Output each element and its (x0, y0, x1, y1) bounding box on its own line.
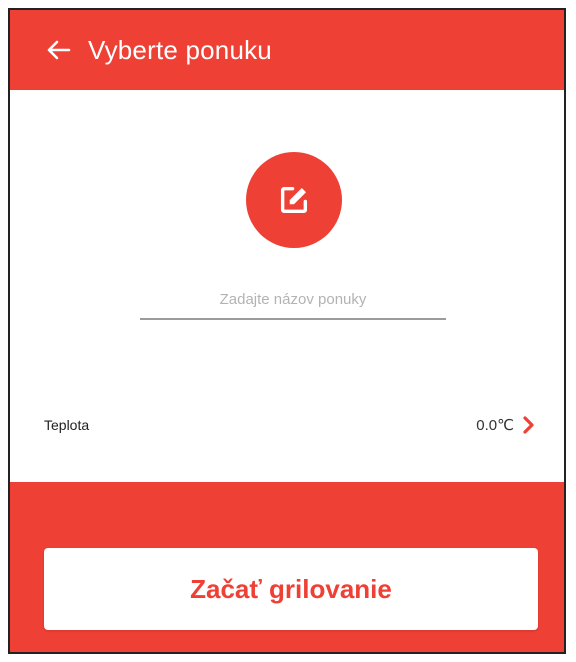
chevron-right-icon (520, 414, 538, 436)
menu-name-input[interactable] (140, 280, 446, 318)
edit-button[interactable] (246, 152, 342, 248)
start-grilling-button[interactable]: Začať grilovanie (44, 548, 538, 630)
temperature-row[interactable]: Teplota 0.0℃ (10, 405, 564, 445)
temperature-value: 0.0℃ (476, 417, 514, 434)
app-bar: Vyberte ponuku (10, 10, 564, 90)
page-title: Vyberte ponuku (88, 34, 272, 65)
temperature-label: Teplota (44, 417, 90, 433)
edit-icon (280, 186, 308, 214)
menu-name-field (140, 280, 446, 320)
menu-form: Teplota 0.0℃ (10, 90, 564, 482)
temperature-value-group: 0.0℃ (476, 414, 538, 436)
app-screen: Vyberte ponuku Teplota 0.0℃ (8, 8, 566, 654)
back-button[interactable] (40, 32, 76, 68)
arrow-left-icon (47, 40, 71, 60)
bottom-bar: Začať grilovanie (10, 482, 564, 652)
